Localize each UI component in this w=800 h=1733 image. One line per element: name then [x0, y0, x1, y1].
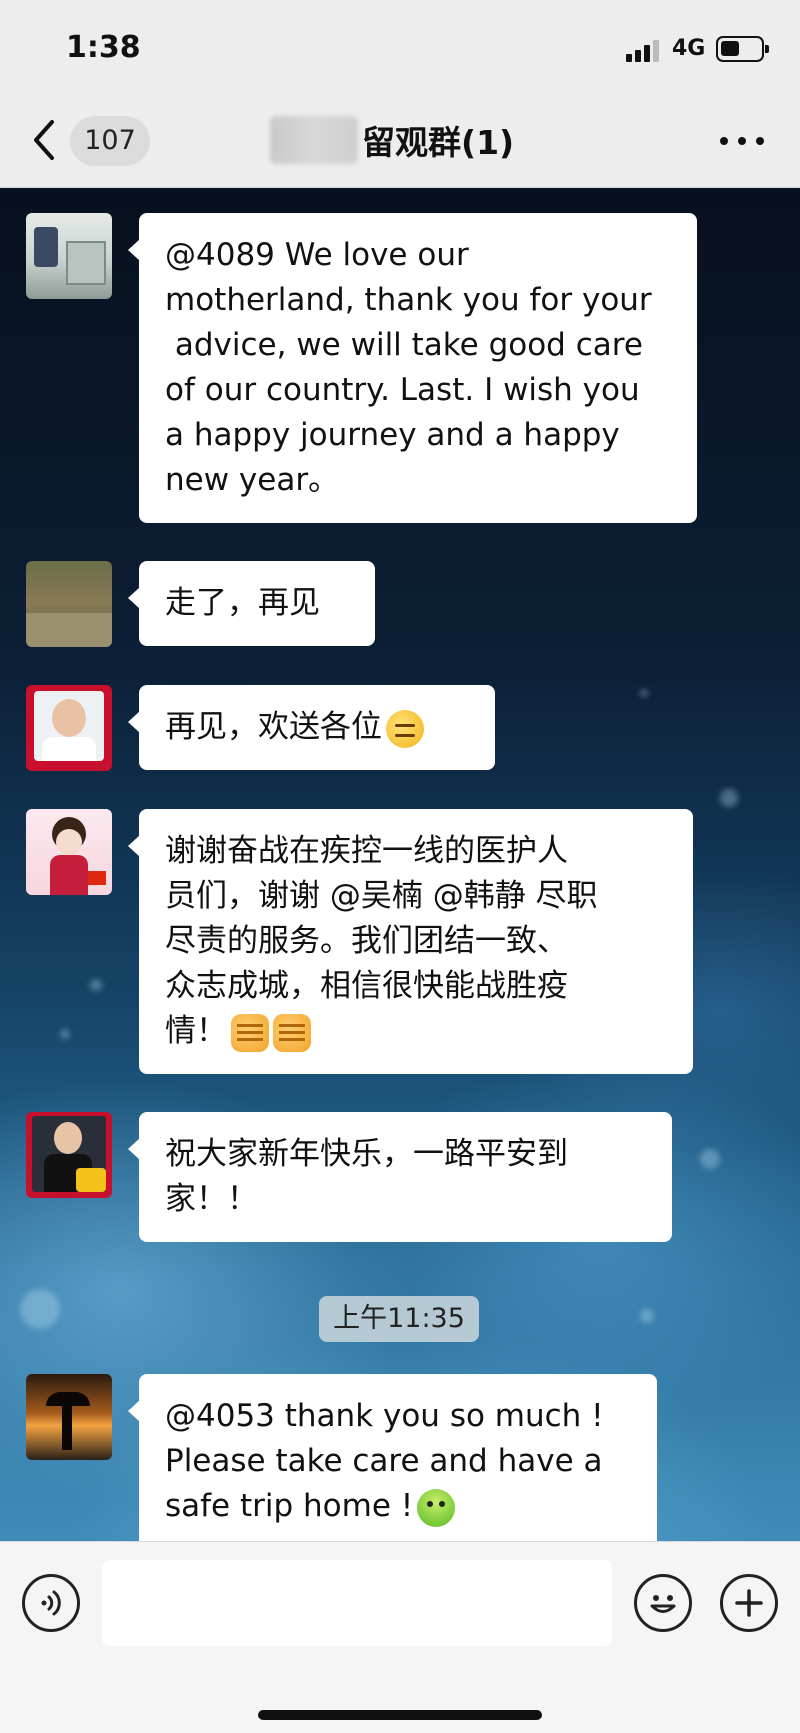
redacted-name	[270, 116, 358, 164]
message-text: 祝大家新年快乐，一路平安到 家！！	[165, 1136, 568, 1217]
plus-icon	[735, 1589, 763, 1617]
battery-icon	[716, 36, 769, 62]
message-bubble[interactable]: 走了，再见	[128, 561, 375, 646]
avatar[interactable]	[26, 1374, 112, 1460]
message-input[interactable]	[102, 1560, 612, 1646]
message-text: 走了，再见	[165, 585, 320, 621]
frog-icon	[417, 1488, 456, 1527]
message-bubble[interactable]: 谢谢奋战在疾控一线的医护人 员们，谢谢 @吴楠 @韩静 尽职 尽责的服务。我们团…	[128, 809, 693, 1074]
status-time: 1:38	[66, 30, 141, 65]
smiley-icon	[650, 1595, 676, 1613]
avatar[interactable]	[26, 685, 112, 771]
avatar[interactable]	[26, 1112, 112, 1198]
avatar[interactable]	[26, 809, 112, 895]
message-text: 谢谢奋战在疾控一线的医护人 员们，谢谢 @吴楠 @韩静 尽职 尽责的服务。我们团…	[165, 833, 598, 1049]
thinking-face-icon	[386, 709, 424, 748]
home-indicator[interactable]	[258, 1710, 542, 1720]
fist-icon	[273, 1013, 311, 1052]
message-bubble[interactable]: 祝大家新年快乐，一路平安到 家！！	[128, 1112, 672, 1242]
plus-button[interactable]	[720, 1574, 778, 1632]
message-bubble[interactable]: @4089 We love our motherland, thank you …	[128, 213, 697, 523]
message-bubble[interactable]: 再见，欢送各位	[128, 685, 495, 770]
avatar[interactable]	[26, 213, 112, 299]
avatar[interactable]	[26, 561, 112, 647]
message-text: 再见，欢送各位	[165, 709, 382, 745]
more-button[interactable]	[720, 126, 764, 156]
input-bar	[0, 1541, 800, 1733]
chat-title-wrap: 留观群(1)	[270, 112, 514, 168]
message-text: @4053 thank you so much ! Please take ca…	[165, 1398, 604, 1524]
back-button[interactable]	[28, 116, 62, 164]
signal-icon	[626, 40, 664, 62]
unread-badge[interactable]: 107	[70, 116, 150, 166]
network-type: 4G	[672, 36, 706, 61]
voice-button[interactable]	[22, 1574, 80, 1632]
chat-title: 留观群(1)	[362, 123, 515, 162]
fist-icon	[231, 1013, 269, 1052]
voice-icon	[41, 1590, 61, 1616]
more-dots-icon	[720, 137, 728, 145]
chat-area[interactable]: @4089 We love our motherland, thank you …	[0, 189, 800, 1541]
chevron-left-icon	[34, 120, 54, 160]
message-text: @4089 We love our motherland, thank you …	[165, 237, 652, 498]
top-bar: 1:38 4G 107 留观群(1)	[0, 0, 800, 188]
message-bubble[interactable]: @4053 thank you so much ! Please take ca…	[128, 1374, 657, 1541]
timestamp: 上午11:35	[319, 1296, 479, 1342]
emoji-button[interactable]	[634, 1574, 692, 1632]
